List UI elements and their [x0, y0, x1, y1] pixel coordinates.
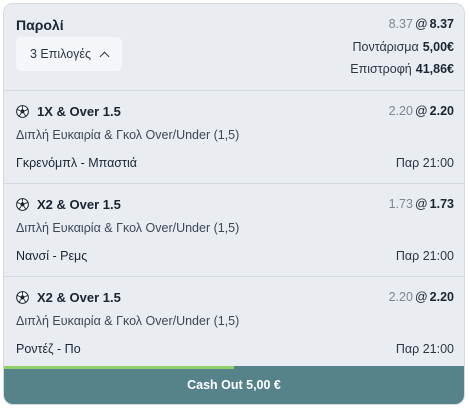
selection-odds-new: 2.20 — [429, 290, 454, 304]
stake-label: Ποντάρισμα — [352, 40, 419, 54]
stake-row: Ποντάρισμα 5,00€ — [352, 40, 454, 54]
cash-out-label: Cash Out 5,00 € — [187, 378, 281, 392]
soccer-ball-icon — [16, 291, 29, 304]
selection-odds-new: 1.73 — [429, 197, 454, 211]
stake-value: 5,00€ — [422, 40, 454, 54]
selection-odds: 2.20 @ 2.20 — [389, 104, 454, 118]
selection-odds-old: 1.73 — [388, 197, 413, 211]
selection-item: X2 & Over 1.5 1.73 @ 1.73 Διπλή Ευκαιρία… — [4, 184, 464, 277]
soccer-ball-icon — [16, 105, 29, 118]
total-odds-new: 8.37 — [429, 17, 454, 31]
odds-at-sign: @ — [414, 17, 428, 31]
selection-time: Παρ 21:00 — [395, 156, 454, 170]
selection-time: Παρ 21:00 — [395, 342, 454, 356]
cash-out-progress-bar — [4, 366, 234, 369]
odds-at-sign: @ — [414, 104, 428, 118]
selection-odds-new: 2.20 — [429, 104, 454, 118]
selection-description: Διπλή Ευκαιρία & Γκολ Over/Under (1,5) — [16, 128, 240, 142]
betslip-header: Παρολί 3 Επιλογές 8.37 @ 8.37 Ποντάρισμα… — [4, 4, 464, 91]
selection-description: Διπλή Ευκαιρία & Γκολ Over/Under (1,5) — [16, 221, 240, 235]
return-value: 41,86€ — [415, 62, 454, 76]
selection-match[interactable]: Ροντέζ - Πο — [16, 342, 81, 356]
cash-out-button[interactable]: Cash Out 5,00 € — [4, 366, 464, 404]
selection-odds: 1.73 @ 1.73 — [389, 197, 454, 211]
betslip-card: Παρολί 3 Επιλογές 8.37 @ 8.37 Ποντάρισμα… — [3, 3, 465, 405]
selection-odds: 2.20 @ 2.20 — [389, 290, 454, 304]
return-row: Επιστροφή 41,86€ — [350, 62, 454, 76]
chevron-up-icon — [99, 51, 110, 61]
selection-market: X2 & Over 1.5 — [37, 290, 121, 305]
selection-odds-old: 2.20 — [388, 104, 413, 118]
selection-description: Διπλή Ευκαιρία & Γκολ Over/Under (1,5) — [16, 314, 240, 328]
selection-market: 1X & Over 1.5 — [37, 104, 121, 119]
selection-match[interactable]: Γκρενόμπλ - Μπαστιά — [16, 156, 137, 170]
soccer-ball-icon — [16, 198, 29, 211]
selections-count-label: 3 Επιλογές — [29, 47, 92, 61]
selections-toggle-button[interactable]: 3 Επιλογές — [16, 37, 122, 71]
selection-odds-old: 2.20 — [388, 290, 413, 304]
selection-market: X2 & Over 1.5 — [37, 197, 121, 212]
odds-at-sign: @ — [414, 197, 428, 211]
selection-time: Παρ 21:00 — [395, 249, 454, 263]
total-odds: 8.37 @ 8.37 — [389, 17, 454, 31]
total-odds-old: 8.37 — [388, 17, 413, 31]
odds-at-sign: @ — [414, 290, 428, 304]
return-label: Επιστροφή — [350, 62, 412, 76]
bet-type-title: Παρολί — [16, 17, 64, 33]
selection-match[interactable]: Νανσί - Ρεμς — [16, 249, 87, 263]
selection-item: 1X & Over 1.5 2.20 @ 2.20 Διπλή Ευκαιρία… — [4, 91, 464, 184]
selection-item: X2 & Over 1.5 2.20 @ 2.20 Διπλή Ευκαιρία… — [4, 277, 464, 370]
